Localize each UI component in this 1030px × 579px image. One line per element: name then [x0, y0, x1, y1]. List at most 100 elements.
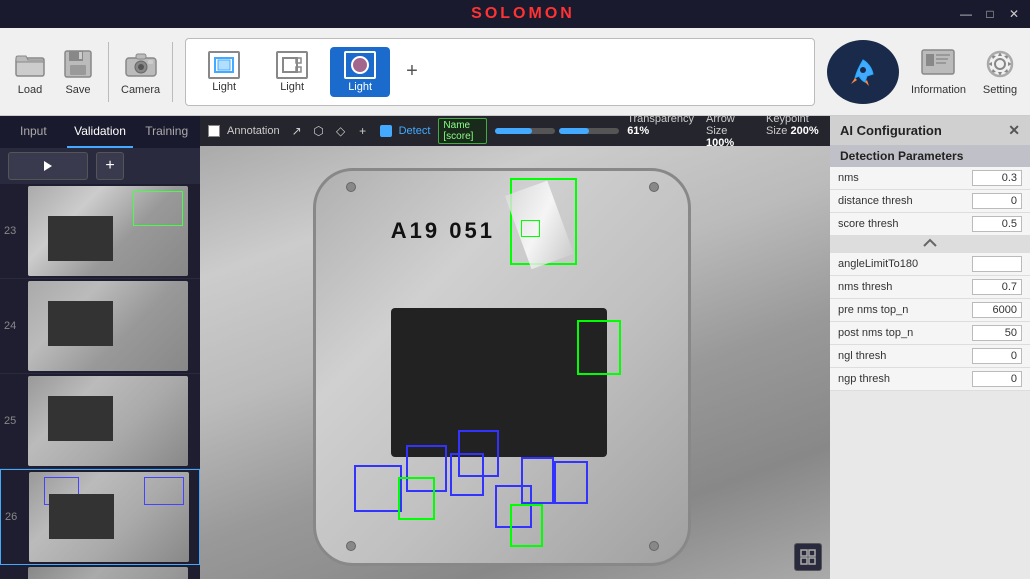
- settings-icon: [982, 48, 1018, 80]
- param-row-nms: nms: [830, 167, 1030, 190]
- title-bar: SOLOMON — □ ✕: [0, 0, 1030, 28]
- annotation-checkbox[interactable]: [208, 125, 220, 137]
- input-tab[interactable]: Input: [0, 116, 67, 148]
- grid-view-button[interactable]: [794, 543, 822, 571]
- load-tool[interactable]: Load: [12, 48, 48, 96]
- training-tab[interactable]: Training: [133, 116, 200, 148]
- param-label-ngp: ngp thresh: [838, 373, 972, 385]
- param-input-angle[interactable]: [972, 256, 1022, 272]
- annotation-tools: ↗ ⬡ ◇ +: [288, 122, 372, 140]
- image-viewer: Annotation ↗ ⬡ ◇ + Detect Name [score]: [200, 116, 830, 579]
- arrow-size-info: Arrow Size 100%: [706, 116, 754, 149]
- tab-3[interactable]: Light: [330, 47, 390, 97]
- main-content: Input Validation Training + 23 A 19 051: [0, 116, 1030, 579]
- close-panel-button[interactable]: ✕: [1008, 122, 1020, 139]
- tab-3-icon: [344, 51, 376, 79]
- information-tool[interactable]: Information: [911, 48, 966, 96]
- param-input-ngp[interactable]: [972, 371, 1022, 387]
- screw-tr: [649, 182, 659, 192]
- param-input-pre-nms[interactable]: [972, 302, 1022, 318]
- viewer-toolbar: Annotation ↗ ⬡ ◇ + Detect Name [score]: [200, 116, 830, 146]
- param-label-angle: angleLimitTo180: [838, 258, 972, 270]
- image-list: 23 A 19 051 24 A 19 051: [0, 184, 200, 579]
- annotation-checkbox-group[interactable]: Annotation: [208, 125, 280, 137]
- minimize-button[interactable]: —: [958, 6, 974, 22]
- point-tool[interactable]: ◇: [332, 122, 350, 140]
- ai-config-header: AI Configuration ✕: [830, 116, 1030, 145]
- transparency-info: Transparency 61%: [627, 116, 694, 149]
- viewer-info: Transparency 61% Arrow Size 100% Keypoin…: [627, 116, 822, 149]
- expand-params-button[interactable]: [830, 236, 1030, 253]
- polygon-tool[interactable]: ⬡: [310, 122, 328, 140]
- add-tab-button[interactable]: +: [398, 56, 426, 87]
- tab-2-icon: [276, 51, 308, 79]
- play-button[interactable]: [8, 152, 88, 180]
- det-box-blue-1: [354, 465, 402, 512]
- row-number: 26: [5, 511, 29, 523]
- thumbnail: A 19 051: [29, 472, 189, 562]
- image-background: A19 051: [200, 146, 830, 579]
- param-row-nms-thresh: nms thresh: [830, 276, 1030, 299]
- folder-icon: [12, 48, 48, 80]
- plate-text: A19 051: [391, 218, 495, 244]
- tab-container: Light Light Light +: [185, 38, 815, 106]
- list-item[interactable]: 24 A 19 051: [0, 279, 200, 374]
- add-annotation-tool[interactable]: +: [354, 122, 372, 140]
- keypoint-size-info: Keypoint Size 200%: [766, 116, 822, 149]
- param-label-nms: nms: [838, 172, 972, 184]
- toolbar: Load Save Camera: [0, 28, 1030, 116]
- det-box-small-green: [521, 220, 540, 237]
- det-box-green-4: [510, 504, 543, 547]
- tab-1[interactable]: Light: [194, 47, 254, 97]
- param-label-distance-thresh: distance thresh: [838, 195, 972, 207]
- window-controls: — □ ✕: [958, 6, 1022, 22]
- detect-checkbox-group[interactable]: Detect: [380, 125, 431, 137]
- divider-2: [172, 42, 173, 102]
- tab-2[interactable]: Light: [262, 47, 322, 97]
- transparency-slider-group: [495, 128, 619, 134]
- detect-label: Detect: [399, 125, 431, 137]
- det-box-blue-4: [458, 430, 499, 477]
- param-input-score-thresh[interactable]: [972, 216, 1022, 232]
- left-sidebar: Input Validation Training + 23 A 19 051: [0, 116, 200, 579]
- launch-button[interactable]: [827, 40, 899, 104]
- arrow-tool[interactable]: ↗: [288, 122, 306, 140]
- validation-tab[interactable]: Validation: [67, 116, 134, 148]
- save-tool[interactable]: Save: [60, 48, 96, 96]
- param-input-nms[interactable]: [972, 170, 1022, 186]
- param-input-nms-thresh[interactable]: [972, 279, 1022, 295]
- setting-tool[interactable]: Setting: [982, 48, 1018, 96]
- param-row-ngl: ngl thresh: [830, 345, 1030, 368]
- add-image-button[interactable]: +: [96, 152, 124, 180]
- param-input-post-nms[interactable]: [972, 325, 1022, 341]
- nav-tabs: Input Validation Training: [0, 116, 200, 148]
- list-item[interactable]: 26 A 19 051: [0, 469, 200, 565]
- close-button[interactable]: ✕: [1006, 6, 1022, 22]
- camera-label: Camera: [121, 84, 160, 96]
- list-item[interactable]: 27 A 19 951: [0, 565, 200, 579]
- setting-label: Setting: [983, 84, 1017, 96]
- list-item[interactable]: 25 A 19 A01: [0, 374, 200, 469]
- ai-config-panel: AI Configuration ✕ Detection Parameters …: [830, 116, 1030, 579]
- param-row-ngp: ngp thresh: [830, 368, 1030, 391]
- param-label-ngl: ngl thresh: [838, 350, 972, 362]
- transparency-slider[interactable]: [495, 128, 555, 134]
- play-icon: [41, 159, 55, 173]
- grid-icon: [800, 549, 816, 565]
- tab-1-label: Light: [212, 81, 236, 93]
- save-label: Save: [65, 84, 90, 96]
- param-input-distance-thresh[interactable]: [972, 193, 1022, 209]
- maximize-button[interactable]: □: [982, 6, 998, 22]
- param-input-ngl[interactable]: [972, 348, 1022, 364]
- ai-config-title: AI Configuration: [840, 123, 942, 138]
- list-item[interactable]: 23 A 19 051: [0, 184, 200, 279]
- tab-1-icon: [208, 51, 240, 79]
- param-row-pre-nms: pre nms top_n: [830, 299, 1030, 322]
- param-label-nms-thresh: nms thresh: [838, 281, 972, 293]
- camera-tool[interactable]: Camera: [121, 48, 160, 96]
- mid-slider[interactable]: [559, 128, 619, 134]
- thumbnail: A 19 051: [28, 281, 188, 371]
- tab-2-label: Light: [280, 81, 304, 93]
- row-number: 23: [4, 225, 28, 237]
- load-label: Load: [18, 84, 42, 96]
